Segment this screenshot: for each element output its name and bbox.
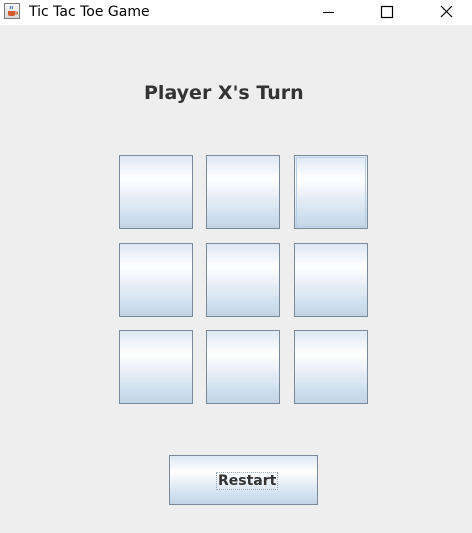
board-cell-1-1[interactable]	[119, 155, 193, 229]
window-title: Tic Tac Toe Game	[29, 4, 150, 20]
board-cell-1-2[interactable]	[206, 155, 280, 229]
minimize-icon	[323, 12, 334, 13]
maximize-icon	[380, 5, 394, 19]
java-coffee-cup-icon[interactable]	[4, 3, 20, 19]
board-cell-3-3[interactable]	[294, 330, 368, 404]
maximize-button[interactable]	[364, 0, 410, 25]
restart-button-label: Restart	[216, 472, 279, 490]
board-cell-2-3[interactable]	[294, 243, 368, 317]
turn-status-label: Player X's Turn	[144, 82, 304, 104]
restart-button[interactable]: Restart	[169, 455, 318, 505]
board-cell-2-1[interactable]	[119, 243, 193, 317]
close-button[interactable]	[423, 0, 469, 25]
board-cell-3-1[interactable]	[119, 330, 193, 404]
board-cell-2-2[interactable]	[206, 243, 280, 317]
game-window: Tic Tac Toe Game Player X's Turn Restart	[0, 0, 472, 533]
minimize-button[interactable]	[306, 0, 352, 25]
board-cell-1-3[interactable]	[294, 155, 368, 229]
close-icon	[440, 5, 453, 18]
board-cell-3-2[interactable]	[206, 330, 280, 404]
title-bar[interactable]: Tic Tac Toe Game	[0, 0, 472, 25]
